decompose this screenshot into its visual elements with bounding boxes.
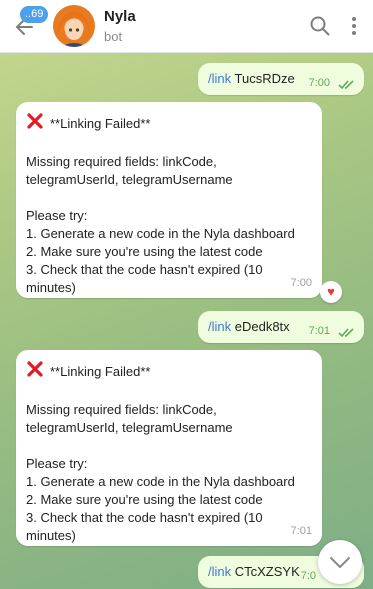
bot-command-link[interactable]: /link [208, 319, 231, 334]
message-line: 1. Generate a new code in the Nyla dashb… [26, 226, 295, 241]
message-time: 7:01 [290, 525, 312, 537]
scroll-down-button[interactable] [318, 540, 362, 584]
bot-command-link[interactable]: /link [208, 71, 231, 86]
message-line: 2. Make sure you're using the latest cod… [26, 244, 263, 259]
outgoing-message[interactable]: /link TucsRDze 7:00 [198, 63, 364, 95]
chat-header: ..69 Nyla bot [0, 0, 373, 53]
bot-avatar[interactable] [53, 5, 95, 47]
outgoing-message[interactable]: /link eDedk8tx 7:01 [198, 311, 364, 343]
message-time: 7:00 [308, 77, 330, 89]
link-code: eDedk8tx [234, 319, 290, 334]
read-checkmarks-icon [338, 326, 356, 338]
message-line: telegramUserId, telegramUsername [26, 172, 233, 187]
message-line: Please try: [26, 456, 88, 471]
more-options-icon[interactable] [344, 14, 364, 38]
chat-subtitle: bot [104, 29, 123, 44]
link-code: CTcXZSYK [234, 564, 300, 579]
message-line: telegramUserId, telegramUsername [26, 420, 233, 435]
message-line: minutes) [26, 528, 76, 543]
message-line: Missing required fields: linkCode, [26, 402, 217, 417]
message-time: 7:0 [300, 570, 316, 582]
incoming-message[interactable]: **Linking Failed** Missing required fiel… [16, 102, 322, 298]
incoming-message[interactable]: **Linking Failed** Missing required fiel… [16, 350, 322, 546]
cross-mark-icon [26, 112, 44, 135]
heart-reaction-icon[interactable]: ♥ [320, 281, 342, 303]
chevron-down-icon [330, 557, 350, 568]
chat-title: Nyla [104, 8, 136, 25]
message-line: 1. Generate a new code in the Nyla dashb… [26, 474, 295, 489]
message-time: 7:00 [290, 277, 312, 289]
search-icon[interactable] [309, 15, 331, 37]
message-line: minutes) [26, 280, 76, 295]
message-line: 2. Make sure you're using the latest cod… [26, 492, 263, 507]
message-time: 7:01 [308, 325, 330, 337]
cross-mark-icon [26, 360, 44, 383]
message-headline: **Linking Failed** [50, 363, 151, 379]
read-checkmarks-icon [338, 78, 356, 90]
bot-command-link[interactable]: /link [208, 564, 231, 579]
link-code: TucsRDze [234, 71, 295, 86]
message-line: 3. Check that the code hasn't expired (1… [26, 262, 263, 277]
message-line: Missing required fields: linkCode, [26, 154, 217, 169]
message-line: Please try: [26, 208, 88, 223]
unread-count-badge: ..69 [20, 6, 49, 23]
message-line: 3. Check that the code hasn't expired (1… [26, 510, 263, 525]
message-headline: **Linking Failed** [50, 115, 151, 131]
